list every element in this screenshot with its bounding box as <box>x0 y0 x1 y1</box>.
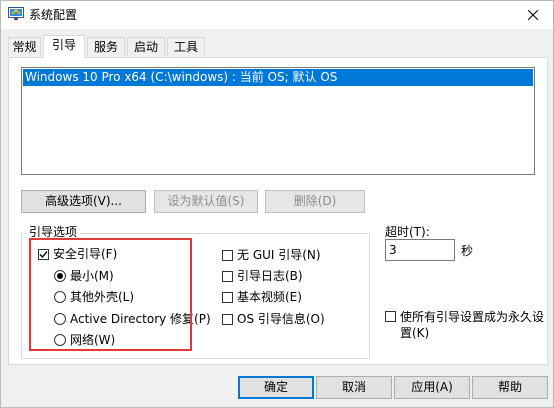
boot-entry-item[interactable]: Windows 10 Pro x64 (C:\windows) : 当前 OS;… <box>23 69 533 86</box>
checkbox-box[interactable] <box>385 311 396 322</box>
os-boot-info-label: OS 引导信息(O) <box>237 312 325 326</box>
boot-log-checkbox[interactable]: 引导日志(B) <box>222 268 303 284</box>
ok-button[interactable]: 确定 <box>238 376 314 399</box>
tab-tools[interactable]: 工具 <box>167 37 205 56</box>
timeout-label: 超时(T): <box>385 225 430 239</box>
timeout-input[interactable]: 3 <box>385 239 455 261</box>
set-default-button[interactable]: 设为默认值(S) <box>154 190 258 213</box>
system-config-window: 系统配置 常规 引导 服务 启动 工具 Windows 10 Pro x64 (… <box>0 0 554 408</box>
checkbox-box[interactable] <box>222 249 233 261</box>
system-config-icon <box>8 7 24 20</box>
boot-panel: Windows 10 Pro x64 (C:\windows) : 当前 OS;… <box>8 57 548 365</box>
close-button[interactable] <box>513 1 553 29</box>
base-video-label: 基本视频(E) <box>237 290 302 304</box>
tab-general[interactable]: 常规 <box>8 37 41 56</box>
boot-entry-list[interactable]: Windows 10 Pro x64 (C:\windows) : 当前 OS;… <box>21 67 535 175</box>
os-boot-info-checkbox[interactable]: OS 引导信息(O) <box>222 311 325 327</box>
apply-button[interactable]: 应用(A) <box>394 376 470 399</box>
help-button[interactable]: 帮助 <box>472 376 548 399</box>
boot-log-label: 引导日志(B) <box>237 269 303 283</box>
tab-startup[interactable]: 启动 <box>127 37 165 56</box>
checkbox-box[interactable] <box>222 291 233 303</box>
close-icon <box>528 10 538 20</box>
cancel-button[interactable]: 取消 <box>316 376 392 399</box>
tab-boot[interactable]: 引导 <box>43 35 85 58</box>
window-title: 系统配置 <box>29 8 78 22</box>
make-permanent-label: 使所有引导设置成为永久设置(K) <box>400 310 545 340</box>
timeout-unit: 秒 <box>461 244 474 258</box>
tab-services[interactable]: 服务 <box>87 37 125 56</box>
tab-strip: 常规 引导 服务 启动 工具 <box>8 35 548 58</box>
highlight-box <box>29 238 192 351</box>
no-gui-boot-checkbox[interactable]: 无 GUI 引导(N) <box>222 247 321 263</box>
title-bar: 系统配置 <box>1 1 553 29</box>
no-gui-boot-label: 无 GUI 引导(N) <box>237 248 321 262</box>
checkbox-box[interactable] <box>222 270 233 282</box>
checkbox-box[interactable] <box>222 313 233 325</box>
base-video-checkbox[interactable]: 基本视频(E) <box>222 289 302 305</box>
make-permanent-checkbox[interactable]: 使所有引导设置成为永久设置(K) <box>385 309 545 341</box>
delete-button[interactable]: 删除(D) <box>265 190 365 213</box>
advanced-options-button[interactable]: 高级选项(V)... <box>21 190 146 213</box>
